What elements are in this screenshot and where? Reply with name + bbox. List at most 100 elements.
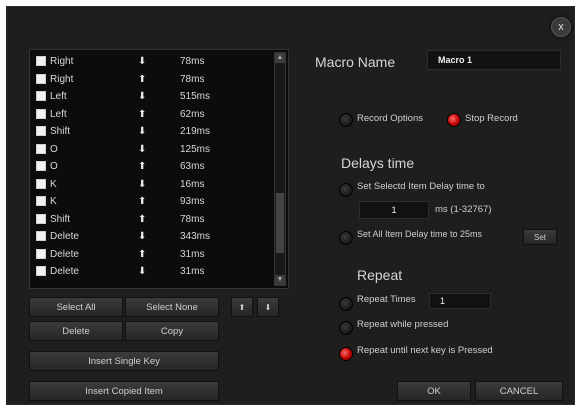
list-item[interactable]: Delete ⬇ 343ms: [30, 229, 270, 244]
delays-time-title: Delays time: [341, 155, 415, 171]
select-none-button[interactable]: Select None: [125, 297, 219, 317]
key-down-icon: ⬇: [138, 231, 147, 242]
row-checkbox[interactable]: [36, 73, 46, 84]
row-checkbox[interactable]: [36, 91, 46, 101]
insert-copied-item-button[interactable]: Insert Copied Item: [29, 381, 219, 401]
repeat-times-input[interactable]: 1: [429, 293, 491, 309]
key-name: Delete: [50, 266, 79, 277]
list-item[interactable]: Shift ⬇ 219ms: [30, 124, 270, 139]
delay-time: 31ms: [180, 266, 205, 277]
scroll-down-icon[interactable]: ▼: [275, 275, 285, 285]
delay-time: 515ms: [180, 91, 211, 102]
cancel-button[interactable]: CANCEL: [475, 381, 563, 401]
row-checkbox[interactable]: [36, 231, 46, 241]
key-name: O: [50, 161, 58, 172]
repeat-while-pressed-label: Repeat while pressed: [357, 319, 449, 330]
list-scrollbar[interactable]: ▲ ▼: [274, 52, 286, 286]
delay-time: 78ms: [180, 73, 205, 85]
list-item[interactable]: Delete ⬆ 31ms: [30, 247, 270, 262]
repeat-until-next-key-label: Repeat until next key is Pressed: [357, 345, 493, 356]
record-options-label: Record Options: [357, 113, 424, 124]
list-item[interactable]: Left ⬇ 515ms: [30, 89, 270, 104]
list-item[interactable]: Right ⬇ 78ms: [30, 54, 270, 69]
selected-delay-radio[interactable]: [339, 183, 353, 197]
delay-time: 31ms: [180, 248, 205, 260]
row-checkbox[interactable]: [36, 108, 46, 119]
key-name: Right: [50, 56, 74, 67]
key-name: Delete: [50, 231, 79, 242]
key-name: K: [50, 178, 57, 190]
insert-single-key-button[interactable]: Insert Single Key: [29, 351, 219, 371]
delay-time: 93ms: [180, 196, 205, 207]
key-name: Delete: [50, 248, 79, 260]
record-options-radio[interactable]: [339, 113, 353, 127]
list-item[interactable]: O ⬇ 125ms: [30, 142, 270, 157]
move-up-button[interactable]: ⬆: [231, 297, 253, 317]
macro-editor-dialog: x Delete ⬇ 31ms Delete ⬆ 31ms Delete ⬇ 343ms Shif…: [6, 6, 575, 405]
macro-key-list[interactable]: Delete ⬇ 31ms Delete ⬆ 31ms Delete ⬇ 343ms Shift ⬆…: [29, 49, 289, 289]
macro-name-input[interactable]: Macro 1: [427, 50, 561, 70]
row-checkbox[interactable]: [36, 161, 46, 171]
row-checkbox[interactable]: [36, 178, 46, 189]
delay-time: 78ms: [180, 56, 205, 67]
key-name: Left: [50, 108, 67, 120]
set-all-delay-button[interactable]: Set: [523, 229, 557, 245]
ok-button[interactable]: OK: [397, 381, 471, 401]
repeat-until-next-key-radio[interactable]: [339, 347, 353, 361]
list-item[interactable]: K ⬆ 93ms: [30, 194, 270, 209]
list-item[interactable]: Left ⬆ 62ms: [30, 107, 270, 122]
key-up-icon: ⬆: [138, 248, 147, 260]
key-down-icon: ⬇: [138, 126, 147, 137]
copy-button[interactable]: Copy: [125, 321, 219, 341]
row-checkbox[interactable]: [36, 213, 46, 224]
selected-delay-unit: ms (1-32767): [435, 204, 492, 215]
list-item[interactable]: K ⬇ 16ms: [30, 177, 270, 192]
key-up-icon: ⬆: [138, 73, 147, 85]
list-item[interactable]: Delete ⬇ 31ms: [30, 264, 270, 279]
key-up-icon: ⬆: [138, 161, 147, 172]
scroll-up-icon[interactable]: ▲: [275, 53, 285, 63]
list-item[interactable]: O ⬆ 63ms: [30, 159, 270, 174]
row-checkbox[interactable]: [36, 126, 46, 136]
delay-time: 62ms: [180, 108, 205, 120]
key-name: O: [50, 143, 58, 155]
delay-time: 78ms: [180, 213, 205, 225]
row-checkbox[interactable]: [36, 266, 46, 276]
key-up-icon: ⬆: [138, 108, 147, 120]
key-up-icon: ⬆: [138, 196, 147, 207]
all-delay-label: Set All Item Delay time to 25ms: [357, 229, 483, 239]
key-down-icon: ⬇: [138, 56, 147, 67]
key-name: Right: [50, 73, 74, 85]
row-checkbox[interactable]: [36, 56, 46, 66]
delay-time: 125ms: [180, 143, 211, 155]
key-name: Left: [50, 91, 67, 102]
delay-time: 343ms: [180, 231, 211, 242]
key-down-icon: ⬇: [138, 178, 147, 190]
key-down-icon: ⬇: [138, 143, 147, 155]
row-checkbox[interactable]: [36, 196, 46, 206]
repeat-times-radio[interactable]: [339, 297, 353, 311]
key-down-icon: ⬇: [138, 266, 147, 277]
repeat-while-pressed-radio[interactable]: [339, 321, 353, 335]
key-name: Shift: [50, 126, 71, 137]
list-item[interactable]: Shift ⬆ 78ms: [30, 212, 270, 227]
delay-time: 219ms: [180, 126, 211, 137]
move-down-button[interactable]: ⬇: [257, 297, 279, 317]
key-down-icon: ⬇: [138, 91, 147, 102]
scroll-thumb[interactable]: [276, 193, 284, 253]
stop-record-label: Stop Record: [465, 113, 518, 124]
select-all-button[interactable]: Select All: [29, 297, 123, 317]
list-item[interactable]: Right ⬆ 78ms: [30, 72, 270, 87]
delay-time: 16ms: [180, 178, 205, 190]
close-icon[interactable]: x: [551, 17, 571, 37]
macro-name-label: Macro Name: [315, 54, 396, 70]
selected-delay-input[interactable]: 1: [359, 201, 429, 219]
all-delay-radio[interactable]: [339, 231, 353, 245]
delete-button[interactable]: Delete: [29, 321, 123, 341]
key-name: K: [50, 196, 57, 207]
row-checkbox[interactable]: [36, 143, 46, 154]
key-up-icon: ⬆: [138, 213, 147, 225]
stop-record-radio[interactable]: [447, 113, 461, 127]
key-name: Shift: [50, 213, 71, 225]
row-checkbox[interactable]: [36, 248, 46, 259]
